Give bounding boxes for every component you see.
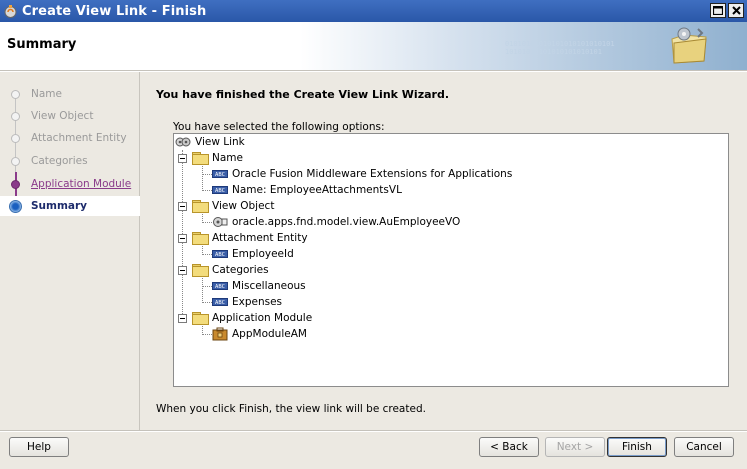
tree-connector xyxy=(202,254,212,255)
tree-item-label: Miscellaneous xyxy=(232,280,306,292)
step-attachment-entity[interactable]: Attachment Entity xyxy=(0,128,140,148)
step-indicator xyxy=(11,111,20,121)
close-button[interactable] xyxy=(728,3,744,18)
tree-item[interactable]: ABC EmployeeId xyxy=(212,246,294,262)
back-button[interactable]: < Back xyxy=(479,437,539,457)
collapse-toggle[interactable] xyxy=(178,154,187,163)
close-icon xyxy=(731,6,741,15)
step-indicator xyxy=(11,89,20,99)
tree-item-label: AppModuleAM xyxy=(232,328,307,340)
tree-group-categories[interactable]: Categories xyxy=(192,262,269,278)
tree-group-label: View Object xyxy=(212,200,275,212)
string-value-icon: ABC xyxy=(212,298,228,306)
step-indicator-current xyxy=(9,199,22,213)
tree-item-label: EmployeeId xyxy=(232,248,294,260)
tree-connector xyxy=(202,302,212,303)
wizard-header: 01010101010101010101010101 1010101010101… xyxy=(0,22,747,70)
summary-tree[interactable]: View Link Name ABC Oracle Fusion Middlew… xyxy=(173,133,729,387)
tree-group-label: Attachment Entity xyxy=(212,232,308,244)
help-button[interactable]: Help xyxy=(9,437,69,457)
tree-item[interactable]: ABC Name: EmployeeAttachmentsVL xyxy=(212,182,402,198)
tree-root-label: View Link xyxy=(195,136,245,148)
collapse-toggle[interactable] xyxy=(178,202,187,211)
tree-item[interactable]: ABC Miscellaneous xyxy=(212,278,306,294)
tree-connector xyxy=(202,174,212,175)
step-label: Attachment Entity xyxy=(31,132,127,144)
tree-item-label: Oracle Fusion Middleware Extensions for … xyxy=(232,168,513,180)
string-value-icon: ABC xyxy=(212,282,228,290)
window-title: Create View Link - Finish xyxy=(22,3,207,19)
tree-item-label: Expenses xyxy=(232,296,283,308)
app-icon xyxy=(4,4,17,18)
restore-button[interactable] xyxy=(710,3,726,18)
folder-gear-icon xyxy=(671,27,707,64)
tree-connector xyxy=(202,222,212,223)
page-title: Summary xyxy=(7,37,77,52)
tree-connector xyxy=(202,190,212,191)
window-title-bar[interactable]: Create View Link - Finish xyxy=(0,0,747,22)
next-button[interactable]: Next > xyxy=(545,437,605,457)
tree-item[interactable]: oracle.apps.fnd.model.view.AuEmployeeVO xyxy=(212,214,460,230)
header-binary-decoration: 01010101010101010101010101 1010101010101… xyxy=(505,40,615,56)
step-view-object[interactable]: View Object xyxy=(0,106,140,126)
tree-group-name[interactable]: Name xyxy=(192,150,243,166)
step-label: Application Module xyxy=(31,178,132,190)
collapse-toggle[interactable] xyxy=(178,234,187,243)
step-indicator xyxy=(11,133,20,143)
tree-group-label: Application Module xyxy=(212,312,313,324)
tree-root[interactable]: View Link xyxy=(175,134,245,150)
application-module-icon xyxy=(212,327,228,341)
folder-icon xyxy=(192,264,209,277)
tree-group-label: Categories xyxy=(212,264,269,276)
step-application-module[interactable]: Application Module xyxy=(0,174,140,194)
view-link-icon xyxy=(175,137,191,147)
footer-note: When you click Finish, the view link wil… xyxy=(156,403,426,415)
tree-item[interactable]: ABC Oracle Fusion Middleware Extensions … xyxy=(212,166,512,182)
view-object-icon xyxy=(213,217,228,227)
step-indicator xyxy=(11,179,20,189)
step-label: Name xyxy=(31,88,62,100)
folder-icon xyxy=(192,232,209,245)
tree-connector xyxy=(202,163,203,189)
tree-group-attachment-entity[interactable]: Attachment Entity xyxy=(192,230,308,246)
tree-group-view-object[interactable]: View Object xyxy=(192,198,274,214)
step-label: Categories xyxy=(31,155,88,167)
step-label: Summary xyxy=(31,200,88,212)
folder-icon xyxy=(192,312,209,325)
step-name[interactable]: Name xyxy=(0,84,140,104)
tree-connector xyxy=(202,286,212,287)
collapse-toggle[interactable] xyxy=(178,266,187,275)
string-value-icon: ABC xyxy=(212,170,228,178)
tree-connector xyxy=(202,275,203,301)
folder-icon xyxy=(192,200,209,213)
step-label: View Object xyxy=(31,110,94,122)
finish-button[interactable]: Finish xyxy=(607,437,667,457)
string-value-icon: ABC xyxy=(212,250,228,258)
tree-item[interactable]: ABC Expenses xyxy=(212,294,282,310)
collapse-toggle[interactable] xyxy=(178,314,187,323)
string-value-icon: ABC xyxy=(212,186,228,194)
tree-item-label: oracle.apps.fnd.model.view.AuEmployeeVO xyxy=(232,216,461,228)
wizard-steps-panel: Name View Object Attachment Entity Categ… xyxy=(0,72,140,430)
tree-group-label: Name xyxy=(212,152,243,164)
tree-item-label: Name: EmployeeAttachmentsVL xyxy=(232,184,402,196)
step-indicator xyxy=(11,156,20,166)
tree-connector xyxy=(202,334,212,335)
cancel-button[interactable]: Cancel xyxy=(674,437,734,457)
step-summary[interactable]: Summary xyxy=(0,196,140,216)
summary-heading: You have finished the Create View Link W… xyxy=(156,88,449,101)
folder-icon xyxy=(192,152,209,165)
options-label: You have selected the following options: xyxy=(173,121,385,133)
step-categories[interactable]: Categories xyxy=(0,151,140,171)
footer-separator xyxy=(0,430,747,432)
tree-group-application-module[interactable]: Application Module xyxy=(192,310,312,326)
restore-icon xyxy=(713,6,723,15)
tree-item[interactable]: AppModuleAM xyxy=(212,326,307,342)
